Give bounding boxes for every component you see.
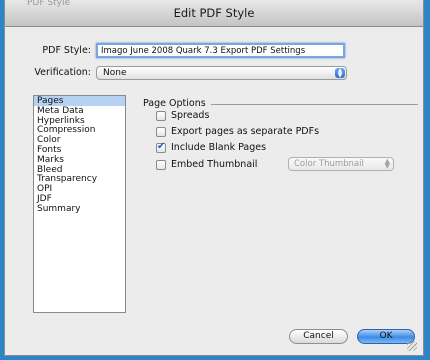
title-bar[interactable]: PDF Style Edit PDF Style xyxy=(5,0,423,27)
select-arrows-icon: ▲ ▼ xyxy=(335,68,345,79)
list-item-opi[interactable]: OPI xyxy=(34,184,125,194)
list-item-fonts[interactable]: Fonts xyxy=(34,145,125,155)
page-options-title: Page Options xyxy=(143,98,208,109)
section-list[interactable]: Pages Meta Data Hyperlinks Compression C… xyxy=(33,95,126,313)
list-item-summary[interactable]: Summary xyxy=(34,204,125,214)
list-item-pages[interactable]: Pages xyxy=(34,96,125,106)
list-item-compression[interactable]: Compression xyxy=(34,125,125,135)
cancel-button[interactable]: Cancel xyxy=(289,329,348,344)
list-item-marks[interactable]: Marks xyxy=(34,155,125,165)
list-item-color[interactable]: Color xyxy=(34,135,125,145)
pdf-style-label: PDF Style: xyxy=(42,45,91,56)
pdf-style-name-field[interactable]: Imago June 2008 Quark 7.3 Export PDF Set… xyxy=(96,43,345,58)
include-blank-label: Include Blank Pages xyxy=(171,142,267,153)
include-blank-checkbox[interactable] xyxy=(156,141,166,153)
list-item-bleed[interactable]: Bleed xyxy=(34,165,125,175)
group-divider xyxy=(211,104,418,105)
verification-select[interactable]: None ▲ ▼ xyxy=(96,66,347,80)
embed-thumbnail-checkbox[interactable] xyxy=(156,160,166,170)
list-item-jdf[interactable]: JDF xyxy=(34,194,125,204)
verification-label: Verification: xyxy=(34,67,91,78)
list-item-meta-data[interactable]: Meta Data xyxy=(34,106,125,116)
dialog-title: Edit PDF Style xyxy=(173,6,255,20)
spreads-label: Spreads xyxy=(171,110,210,121)
list-item-hyperlinks[interactable]: Hyperlinks xyxy=(34,116,125,126)
separate-pdfs-label: Export pages as separate PDFs xyxy=(171,126,320,137)
separate-pdfs-checkbox[interactable] xyxy=(156,127,166,137)
embed-thumbnail-label: Embed Thumbnail xyxy=(171,159,258,170)
thumbnail-type-select[interactable]: Color Thumbnail ▲ ▼ xyxy=(288,157,394,171)
edit-pdf-style-dialog: PDF Style Edit PDF Style PDF Style: Imag… xyxy=(4,0,424,356)
verification-value: None xyxy=(103,68,127,78)
resize-grip-icon[interactable] xyxy=(407,341,417,351)
select-arrows-icon: ▲ ▼ xyxy=(384,157,390,170)
list-item-transparency[interactable]: Transparency xyxy=(34,174,125,184)
thumbnail-type-value: Color Thumbnail xyxy=(294,159,364,169)
spreads-checkbox[interactable] xyxy=(156,111,166,121)
